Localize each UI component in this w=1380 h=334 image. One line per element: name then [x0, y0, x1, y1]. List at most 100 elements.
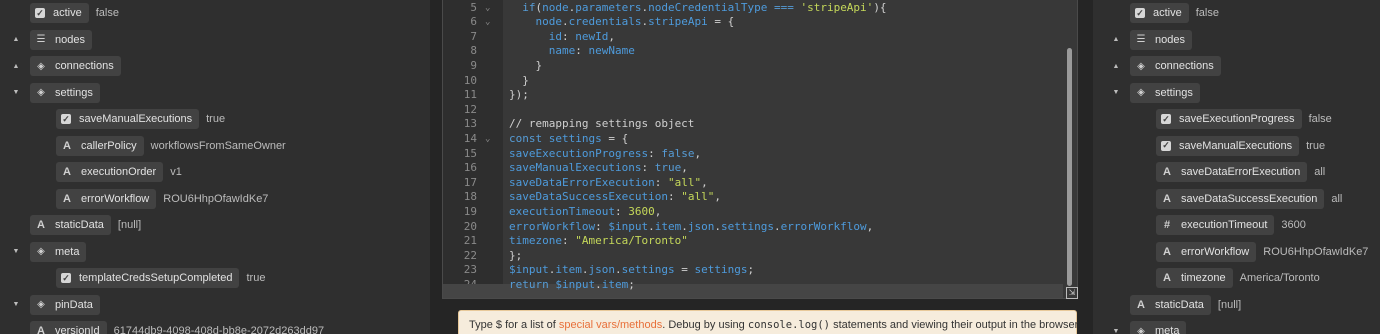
field-pill[interactable]: ✓ templateCredsSetupCompleted [56, 268, 240, 288]
field-pill[interactable]: ✓ saveExecutionProgress [1156, 109, 1302, 129]
code-line[interactable]: errorWorkflow: $input.item.json.settings… [509, 220, 873, 235]
code-line[interactable]: timezone: "America/Toronto" [509, 234, 688, 249]
field-value: 3600 [1281, 219, 1306, 231]
code-line[interactable]: const settings = { [509, 132, 628, 147]
code-line[interactable]: name: newName [509, 44, 635, 59]
field-pill[interactable]: ☰ nodes [1130, 29, 1192, 50]
tree-row-settings[interactable]: ▼ ◈ settings [10, 82, 100, 103]
fold-chevron-icon[interactable]: ⌄ [485, 132, 490, 147]
field-pill[interactable]: AsaveDataErrorExecution [1156, 162, 1308, 182]
field-pill[interactable]: AexecutionOrder [56, 162, 164, 182]
resize-handle-icon[interactable]: ⇲ [1066, 287, 1078, 299]
code-line[interactable]: saveDataSuccessExecution: "all", [509, 190, 721, 205]
field-pill[interactable]: ◈ meta [30, 241, 87, 262]
tree-row-nodes[interactable]: ▲ ☰ nodes [10, 29, 92, 50]
field-pill[interactable]: ◈ connections [1130, 56, 1221, 76]
code-editor[interactable]: 5⌄6⌄7891011121314⌄15161718192021222324 i… [442, 0, 1078, 299]
code-line[interactable]: saveManualExecutions: true, [509, 161, 688, 176]
tree-row-meta[interactable]: ▼ ◈ meta [1110, 321, 1187, 334]
code-token: node [542, 0, 569, 14]
tree-row-nodes[interactable]: ▲ ☰ nodes [1110, 29, 1192, 50]
code-token: : [641, 161, 655, 175]
text-type-icon: A [1163, 245, 1171, 258]
field-value: America/Toronto [1239, 272, 1320, 284]
code-editor-section: 5⌄6⌄7891011121314⌄15161718192021222324 i… [430, 0, 1093, 334]
tree-row-errorWorkflow: AerrorWorkflow ROU6HhpOfawIdKe7 [1136, 241, 1368, 262]
chevron-down-icon[interactable]: ▼ [1110, 325, 1122, 334]
field-pill[interactable]: AsaveDataSuccessExecution [1156, 188, 1325, 209]
code-token: 3600 [628, 204, 655, 218]
field-pill[interactable]: ◈ connections [30, 56, 121, 76]
code-token: : [648, 146, 662, 160]
code-line[interactable]: executionTimeout: 3600, [509, 205, 661, 220]
chevron-up-icon[interactable]: ▲ [10, 34, 22, 46]
text-type-icon: A [37, 219, 45, 231]
field-pill[interactable]: ◈ pinData [30, 294, 100, 315]
code-token: , [866, 219, 874, 233]
field-pill[interactable]: Atimezone [1156, 268, 1233, 288]
code-token: 'stripeApi' [800, 0, 874, 14]
field-pill[interactable]: ✓ active [30, 3, 89, 23]
checkbox-icon: ✓ [35, 7, 45, 18]
chevron-up-icon[interactable]: ▲ [1110, 60, 1122, 72]
code-token: parameters [575, 0, 642, 14]
field-value: ROU6HhpOfawIdKe7 [163, 192, 269, 205]
tree-row-saveManualExecutions: ✓ saveManualExecutions true [36, 109, 225, 129]
chevron-down-icon[interactable]: ▼ [10, 246, 22, 258]
line-number: 13 [463, 117, 477, 131]
code-line[interactable]: $input.item.json.settings = settings; [509, 263, 754, 278]
field-pill[interactable]: # executionTimeout [1156, 215, 1275, 235]
field-label: connections [1155, 60, 1214, 72]
code-token: : [561, 234, 576, 248]
field-pill[interactable]: AerrorWorkflow [56, 188, 157, 209]
code-line[interactable]: } [509, 59, 542, 74]
tree-row-connections[interactable]: ▲ ◈ connections [1110, 56, 1221, 76]
field-pill[interactable]: ◈ settings [30, 82, 100, 103]
line-number: 11 [463, 88, 477, 102]
object-icon: ◈ [37, 60, 45, 72]
code-line[interactable]: }); [509, 88, 529, 103]
tree-row-settings[interactable]: ▼ ◈ settings [1110, 82, 1200, 103]
chevron-down-icon[interactable]: ▼ [10, 87, 22, 99]
field-pill[interactable]: AerrorWorkflow [1156, 241, 1257, 262]
special-vars-link[interactable]: special vars/methods [559, 319, 662, 331]
code-line[interactable]: saveExecutionProgress: false, [509, 147, 701, 162]
code-line[interactable]: return $input.item; [509, 278, 635, 293]
code-line[interactable]: id: newId, [509, 30, 615, 45]
code-token: } [509, 58, 543, 72]
field-pill[interactable]: AstaticData [30, 215, 111, 235]
code-line[interactable]: }; [509, 249, 522, 264]
field-pill[interactable]: ◈ meta [1130, 321, 1187, 334]
chevron-down-icon[interactable]: ▼ [1110, 87, 1122, 99]
chevron-up-icon[interactable]: ▲ [10, 60, 22, 72]
code-line[interactable]: node.credentials.stripeApi = { [509, 15, 735, 30]
tree-row-pinData[interactable]: ▼ ◈ pinData [10, 294, 100, 315]
field-value: true [246, 272, 266, 284]
tree-row-active: ✓ active false [1110, 3, 1219, 23]
tree-row-meta[interactable]: ▼ ◈ meta [10, 241, 87, 262]
code-line[interactable]: // remapping settings object [509, 117, 694, 132]
field-pill[interactable]: ✓ saveManualExecutions [56, 109, 200, 129]
editor-scrollbar[interactable] [1067, 48, 1072, 286]
text-type-icon: A [1163, 166, 1171, 178]
field-pill[interactable]: ◈ settings [1130, 82, 1200, 103]
field-pill[interactable]: AcallerPolicy [56, 135, 144, 156]
tree-row-connections[interactable]: ▲ ◈ connections [10, 56, 121, 76]
fold-chevron-icon[interactable]: ⌄ [485, 15, 490, 30]
code-line[interactable]: if(node.parameters.nodeCredentialType ==… [509, 0, 886, 16]
code-token: settings [720, 219, 774, 233]
fold-chevron-icon[interactable]: ⌄ [485, 1, 490, 16]
field-pill[interactable]: ☰ nodes [30, 29, 92, 50]
field-pill[interactable]: AstaticData [1130, 294, 1211, 315]
object-icon: ◈ [1137, 87, 1145, 98]
chevron-up-icon[interactable]: ▲ [1110, 34, 1122, 46]
code-token: credentials [568, 15, 642, 29]
field-pill[interactable]: ✓ saveManualExecutions [1156, 135, 1300, 156]
chevron-down-icon[interactable]: ▼ [10, 299, 22, 311]
code-line[interactable]: } [509, 74, 529, 89]
field-pill[interactable]: ✓ active [1130, 3, 1189, 23]
code-token: . [615, 263, 622, 277]
field-pill[interactable]: AversionId [30, 321, 107, 334]
code-line[interactable]: saveDataErrorExecution: "all", [509, 176, 708, 191]
